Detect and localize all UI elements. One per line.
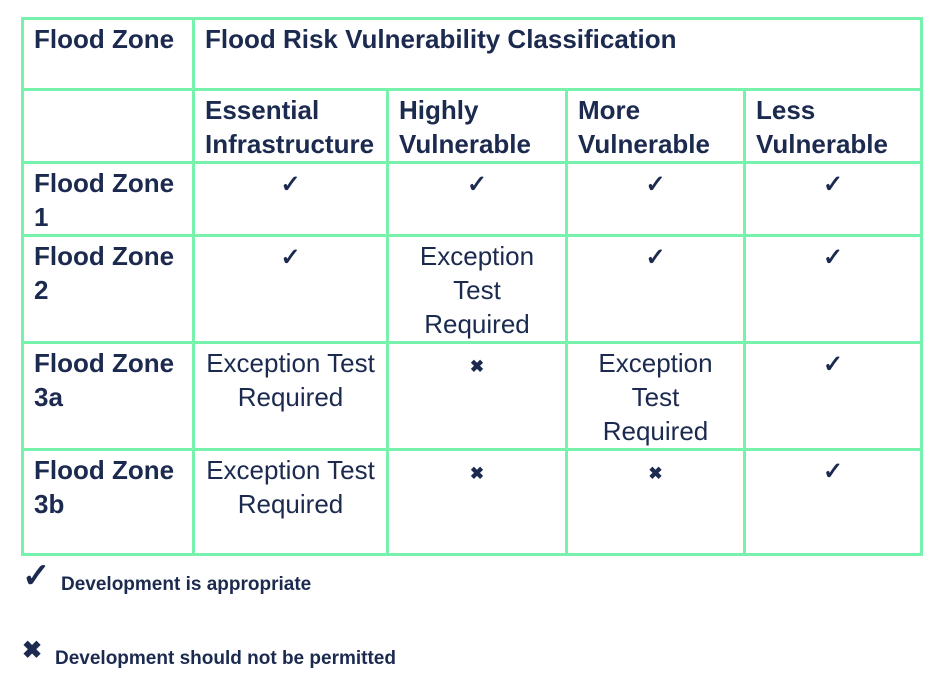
- check-icon: ✓: [822, 351, 844, 378]
- empty-header-cell: [21, 88, 195, 164]
- table-cell: ✖: [386, 448, 568, 556]
- legend-label: Development should not be permitted: [55, 648, 396, 669]
- table-cell: ✓: [743, 448, 923, 556]
- table-row: Flood Zone 3a Exception Test Required ✖ Exc…: [21, 341, 923, 451]
- check-icon: ✓: [280, 171, 301, 198]
- cross-icon: ✖: [22, 637, 43, 664]
- table-cell: ✖: [386, 341, 568, 451]
- flood-zone-label: Flood Zone 3b: [21, 448, 195, 556]
- check-icon: ✓: [22, 557, 51, 595]
- exception-text: Exception Test Required: [206, 455, 375, 519]
- table-cell: ✓: [743, 341, 923, 451]
- table-row: Flood Zone 3b Exception Test Required ✖ ✖ ✓: [21, 448, 923, 556]
- legend-item-not-permitted: ✖ Development should not be permitted: [22, 636, 472, 676]
- table-cell: ✓: [565, 161, 746, 237]
- table-row: Flood Zone 1 ✓ ✓ ✓ ✓: [21, 161, 923, 237]
- table-cell: Exception Test Required: [192, 448, 389, 556]
- table-cell: ✖: [565, 448, 746, 556]
- legend-label: Development is appropriate: [61, 574, 312, 595]
- check-icon: ✓: [822, 458, 844, 485]
- table-cell: ✓: [743, 234, 923, 344]
- table-cell: ✓: [192, 234, 389, 344]
- exception-text: Exception Test Required: [598, 348, 713, 446]
- check-icon: ✓: [280, 244, 301, 271]
- column-header: Essential Infrastructure: [192, 88, 389, 164]
- group-header: Flood Risk Vulnerability Classification: [192, 17, 923, 91]
- flood-zone-label: Flood Zone 2: [21, 234, 195, 344]
- table-cell: ✓: [192, 161, 389, 237]
- cross-icon: ✖: [648, 464, 663, 483]
- table-row: Flood Zone 2 ✓ Exception Test Required ✓ ✓: [21, 234, 923, 344]
- flood-zone-label: Flood Zone 1: [21, 161, 195, 237]
- check-icon: ✓: [822, 244, 844, 271]
- legend-item-appropriate: ✓ Development is appropriate: [22, 556, 422, 596]
- check-icon: ✓: [645, 171, 666, 198]
- check-icon: ✓: [466, 171, 488, 198]
- table-cell: ✓: [565, 234, 746, 344]
- table-cell: ✓: [743, 161, 923, 237]
- flood-risk-table: Flood Zone Flood Risk Vulnerability Clas…: [21, 17, 923, 556]
- flood-zone-label: Flood Zone 3a: [21, 341, 195, 451]
- column-header: More Vulnerable: [565, 88, 746, 164]
- exception-text: Exception Test Required: [206, 348, 375, 412]
- table-cell: Exception Test Required: [386, 234, 568, 344]
- cross-icon: ✖: [469, 464, 485, 483]
- corner-header: Flood Zone: [21, 17, 195, 91]
- table-cell: Exception Test Required: [192, 341, 389, 451]
- table-cell: ✓: [386, 161, 568, 237]
- check-icon: ✓: [822, 171, 844, 198]
- table-cell: Exception Test Required: [565, 341, 746, 451]
- cross-icon: ✖: [469, 357, 485, 376]
- column-header: Less Vulnerable: [743, 88, 923, 164]
- exception-text: Exception Test Required: [419, 241, 535, 339]
- check-icon: ✓: [645, 244, 666, 271]
- column-header: Highly Vulnerable: [386, 88, 568, 164]
